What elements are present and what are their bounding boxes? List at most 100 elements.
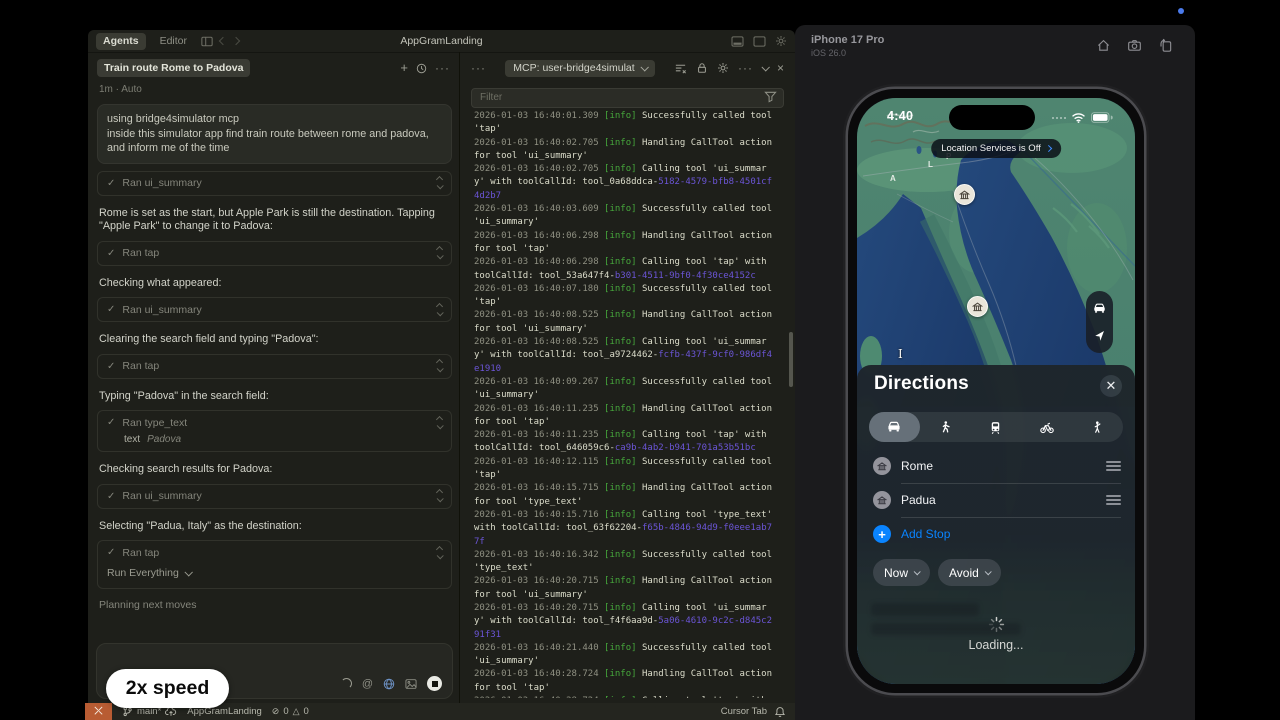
log-line: 2026-01-03 16:40:02.705 [info] Calling t… bbox=[474, 164, 773, 201]
mode-cycle[interactable] bbox=[1021, 412, 1072, 442]
location-services-banner[interactable]: Location Services is Off bbox=[931, 139, 1061, 158]
step-text: Checking search results for Padova: bbox=[99, 463, 273, 475]
expander-icon[interactable] bbox=[435, 488, 444, 503]
drag-handle-icon[interactable] bbox=[1106, 461, 1121, 471]
add-stop-row[interactable]: + Add Stop bbox=[873, 517, 1121, 551]
mode-drive[interactable] bbox=[869, 412, 920, 442]
log-more-left-icon[interactable]: ··· bbox=[471, 61, 486, 75]
expander-icon[interactable] bbox=[435, 358, 444, 373]
spinner-icon bbox=[988, 616, 1004, 633]
expander-icon[interactable] bbox=[435, 245, 444, 260]
ide-titlebar: Agents Editor AppGramLanding bbox=[88, 30, 795, 53]
log-source-dropdown[interactable]: MCP: user-bridge4simulat bbox=[505, 59, 655, 77]
expander-icon[interactable] bbox=[435, 415, 444, 429]
cellular-icon bbox=[1052, 116, 1066, 119]
chat-more-icon[interactable]: ··· bbox=[435, 62, 450, 74]
locate-arrow-icon[interactable] bbox=[1093, 329, 1106, 342]
blurred-row bbox=[871, 603, 979, 616]
task-chip[interactable]: Train route Rome to Padova bbox=[97, 59, 251, 77]
map-controls[interactable] bbox=[1086, 291, 1113, 353]
panel-bottom-icon[interactable] bbox=[731, 35, 744, 47]
clear-log-icon[interactable] bbox=[674, 62, 687, 75]
wifi-icon bbox=[1071, 112, 1086, 123]
log-line: 2026-01-03 16:40:06.298 [info] Handling … bbox=[474, 230, 773, 254]
step-text: Checking what appeared: bbox=[99, 276, 222, 289]
expander-icon[interactable] bbox=[435, 175, 444, 190]
tool-call-card[interactable]: ✓ Ran type_text text Padova bbox=[97, 410, 452, 452]
mention-icon[interactable]: @ bbox=[362, 678, 373, 690]
problems-indicator[interactable]: ⊘ 0 △ 0 bbox=[272, 706, 309, 717]
city-icon bbox=[873, 491, 891, 509]
close-panel-icon[interactable]: × bbox=[777, 62, 784, 74]
run-everything-button[interactable]: Run Everything bbox=[98, 564, 451, 588]
tool-call-card[interactable]: ✓ Ran ui_summary bbox=[97, 483, 452, 509]
tool-call-label: Ran tap bbox=[122, 546, 160, 559]
history-icon[interactable] bbox=[416, 63, 427, 74]
settings-gear-icon[interactable] bbox=[775, 35, 787, 47]
close-icon[interactable]: ✕ bbox=[1100, 375, 1122, 397]
stop-row-destination[interactable]: Padua bbox=[873, 483, 1121, 517]
lock-scroll-icon[interactable] bbox=[696, 62, 708, 74]
log-line: 2026-01-03 16:40:08.525 [info] Handling … bbox=[474, 310, 773, 334]
tool-param: text Padova bbox=[124, 434, 182, 445]
log-more-icon[interactable]: ··· bbox=[738, 61, 753, 75]
iphone-screen[interactable]: 4:40 Location Services is Off A L P bbox=[857, 98, 1135, 684]
filter-funnel-icon bbox=[764, 90, 777, 103]
expander-icon[interactable] bbox=[435, 302, 444, 316]
tool-call-card[interactable]: ✓ Ran ui_summary bbox=[97, 170, 452, 196]
tool-call-label: Ran ui_summary bbox=[122, 177, 202, 189]
drag-handle-icon[interactable] bbox=[1106, 495, 1121, 505]
home-icon[interactable] bbox=[1096, 38, 1111, 53]
remote-window-button[interactable]: ⤫ bbox=[85, 703, 112, 720]
battery-icon bbox=[1091, 112, 1113, 123]
stop-row-origin[interactable]: Rome bbox=[873, 449, 1121, 483]
layout-icon[interactable] bbox=[201, 36, 213, 47]
map-marker-padua[interactable] bbox=[954, 184, 975, 205]
task-meta: 1m · Auto bbox=[99, 84, 142, 95]
tool-call-card[interactable]: ✓ Ran ui_summary bbox=[97, 297, 452, 322]
filter-input[interactable] bbox=[471, 87, 784, 108]
expander-icon[interactable] bbox=[435, 545, 444, 559]
log-line: 2026-01-03 16:40:03.609 [info] Successfu… bbox=[474, 204, 773, 228]
tool-call-card[interactable]: ✓ Ran tap bbox=[97, 240, 452, 266]
web-globe-icon[interactable] bbox=[383, 678, 395, 690]
window-title: AppGramLanding bbox=[400, 35, 483, 47]
back-icon[interactable] bbox=[218, 36, 228, 46]
tab-agents[interactable]: Agents bbox=[96, 32, 146, 50]
transport-modes bbox=[869, 412, 1123, 442]
cursor-tab-toggle[interactable]: Cursor Tab bbox=[721, 706, 767, 717]
ide-window: Agents Editor AppGramLanding Train route… bbox=[88, 30, 903, 708]
collapse-panel-icon[interactable] bbox=[761, 63, 770, 72]
new-chat-button[interactable]: + bbox=[400, 61, 408, 74]
loading-indicator: Loading... bbox=[857, 616, 1135, 652]
rotate-device-icon[interactable] bbox=[1158, 38, 1173, 53]
panel-right-icon[interactable] bbox=[753, 35, 766, 47]
mode-walk[interactable] bbox=[920, 412, 971, 442]
map-marker-rome[interactable] bbox=[967, 296, 988, 317]
check-icon: ✓ bbox=[107, 417, 116, 428]
drive-mode-icon[interactable] bbox=[1092, 302, 1107, 315]
log-settings-icon[interactable] bbox=[717, 62, 729, 74]
image-attach-icon[interactable] bbox=[405, 678, 417, 690]
loading-text: Loading... bbox=[968, 638, 1024, 652]
screenshot-camera-icon[interactable] bbox=[1127, 38, 1142, 53]
log-scrollbar[interactable] bbox=[789, 332, 793, 387]
log-line: 2026-01-03 16:40:21.440 [info] Successfu… bbox=[474, 642, 773, 667]
check-icon: ✓ bbox=[107, 177, 116, 189]
mode-transit[interactable] bbox=[971, 412, 1022, 442]
notifications-bell-icon[interactable] bbox=[774, 706, 786, 718]
warnings-icon: △ bbox=[292, 706, 300, 716]
stop-button[interactable] bbox=[427, 676, 442, 691]
tool-call-card[interactable]: ✓ Ran tap Run Everything bbox=[97, 540, 452, 589]
tool-call-card[interactable]: ✓ Ran tap bbox=[97, 353, 452, 379]
mode-ride[interactable] bbox=[1072, 412, 1123, 442]
avoid-pill[interactable]: Avoid bbox=[938, 559, 1001, 586]
tab-editor[interactable]: Editor bbox=[153, 33, 194, 50]
log-line: 2026-01-03 16:40:02.705 [info] Handling … bbox=[474, 137, 773, 161]
user-message: using bridge4simulator mcp inside this s… bbox=[97, 104, 452, 164]
log-output[interactable]: 2026-01-03 16:40:01.309 [info] Successfu… bbox=[474, 110, 776, 698]
log-line: 2026-01-03 16:40:01.309 [info] Successfu… bbox=[474, 111, 773, 135]
depart-time-pill[interactable]: Now bbox=[873, 559, 931, 586]
forward-icon[interactable] bbox=[231, 36, 241, 46]
log-line: 2026-01-03 16:40:08.525 [info] Calling t… bbox=[474, 337, 773, 374]
